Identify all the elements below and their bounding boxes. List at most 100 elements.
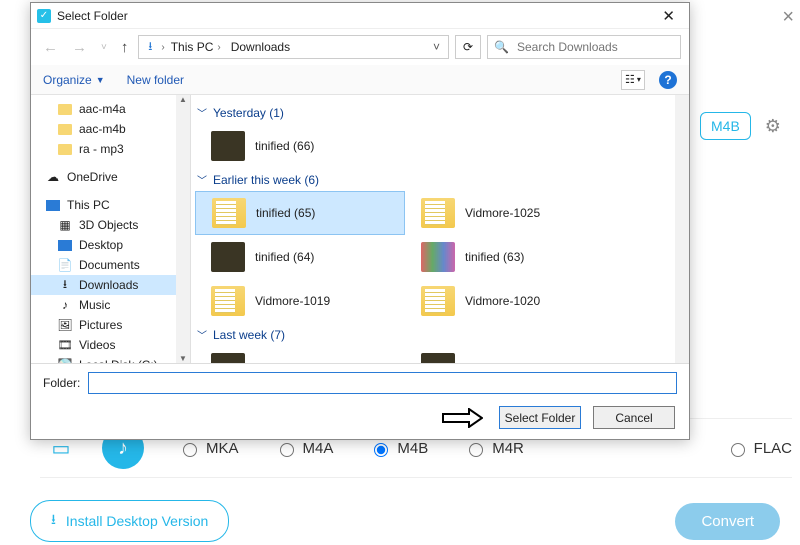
tree-item-onedrive[interactable]: ☁ OneDrive (31, 167, 190, 187)
tree-item-this-pc[interactable]: This PC (31, 195, 190, 215)
install-desktop-button[interactable]: ⭳ Install Desktop Version (30, 500, 229, 542)
cancel-button[interactable]: Cancel (593, 406, 675, 429)
tree-item-ra-mp3[interactable]: ra - mp3 (31, 139, 190, 159)
dl-icon: ⭳ (57, 278, 73, 292)
format-pill-m4b[interactable]: M4B (700, 112, 751, 140)
radio-label: MKA (206, 440, 239, 457)
item-label: Vidmore-1019 (255, 294, 330, 308)
folder-item[interactable]: Vidmore-1020 (405, 279, 615, 323)
disk-icon: 💽 (57, 358, 73, 363)
group-title: Earlier this week (6) (213, 173, 319, 187)
tree-label: Pictures (79, 318, 122, 332)
scrollbar[interactable] (176, 95, 190, 363)
group-title: Yesterday (1) (213, 106, 284, 120)
new-folder-button[interactable]: New folder (127, 73, 184, 87)
content-pane: ﹀ Yesterday (1) tinified (66)﹀Earlier this… (191, 95, 689, 363)
tree-item-music[interactable]: ♪ Music (31, 295, 190, 315)
close-icon[interactable]: ✕ (654, 5, 683, 27)
recent-icon[interactable]: ˅ (97, 40, 111, 55)
titlebar: ✓ Select Folder ✕ (31, 3, 689, 29)
folder-item[interactable]: tinified (60) (405, 346, 615, 363)
tree-item-downloads[interactable]: ⭳ Downloads (31, 275, 190, 295)
radio-group: MKA M4A M4B M4R (178, 440, 524, 457)
chevron-down-icon: ▼ (96, 75, 105, 85)
radio-flac[interactable]: FLAC (726, 440, 792, 457)
item-label: tinified (64) (255, 250, 314, 264)
group-title: Last week (7) (213, 328, 285, 342)
chevron-down-icon[interactable]: ˅ (427, 40, 446, 54)
gear-icon[interactable]: ⚙ (765, 116, 781, 137)
scrollbar[interactable] (675, 95, 689, 363)
up-icon[interactable]: ↑ (117, 37, 133, 58)
breadcrumb[interactable]: ⭳ › This PC› Downloads ˅ (138, 35, 449, 59)
folder-item[interactable]: Vidmore-1025 (405, 191, 615, 235)
group-header[interactable]: ﹀Earlier this week (6) (195, 168, 685, 191)
search-field[interactable] (515, 39, 674, 55)
folder-icon (211, 353, 245, 363)
app-icon: ✓ (37, 9, 51, 23)
folder-item[interactable]: tinified (65) (195, 191, 405, 235)
view-options-button[interactable]: ☷▾ (621, 70, 645, 90)
radio-mka[interactable]: MKA (178, 440, 239, 457)
tree-label: Downloads (79, 278, 138, 292)
nav-row: ← → ˅ ↑ ⭳ › This PC› Downloads ˅ ⟳ 🔍 (31, 29, 689, 65)
radio-label: M4A (303, 440, 334, 457)
item-label: tinified (65) (256, 206, 315, 220)
radio-m4r[interactable]: M4R (464, 440, 524, 457)
tree-item-desktop[interactable]: Desktop (31, 235, 190, 255)
tree-item-aac-m4a[interactable]: aac-m4a (31, 99, 190, 119)
folder-icon (212, 198, 246, 228)
group-header[interactable]: ﹀Last week (7) (195, 323, 685, 346)
forward-icon[interactable]: → (68, 37, 91, 58)
3d-icon: ▦ (57, 218, 73, 232)
breadcrumb-root[interactable]: This PC› (167, 40, 225, 54)
tree-label: Documents (79, 258, 140, 272)
chevron-down-icon: ﹀ (197, 105, 207, 120)
refresh-icon[interactable]: ⟳ (455, 35, 481, 59)
folder-item[interactable]: tinified (66) (195, 124, 405, 168)
folder-icon (211, 286, 245, 316)
close-icon[interactable]: × (782, 6, 794, 29)
radio-m4b[interactable]: M4B (369, 440, 428, 457)
tree-item-aac-m4b[interactable]: aac-m4b (31, 119, 190, 139)
radio-m4a[interactable]: M4A (275, 440, 334, 457)
help-icon[interactable]: ? (659, 71, 677, 89)
tree-label: OneDrive (67, 170, 118, 184)
breadcrumb-current[interactable]: Downloads (227, 40, 294, 54)
folder-label: Folder: (43, 376, 80, 390)
item-label: Vidmore-1025 (465, 206, 540, 220)
folder-item[interactable]: tinified (64) (195, 235, 405, 279)
item-label: tinified (60) (465, 361, 524, 363)
folder-icon (211, 131, 245, 161)
music-icon: ♪ (57, 298, 73, 312)
radio-label: M4R (492, 440, 524, 457)
organize-menu[interactable]: Organize ▼ (43, 73, 105, 87)
tree-item-local-disk-c-[interactable]: 💽Local Disk (C:) (31, 355, 190, 363)
desktop-icon (57, 238, 73, 252)
install-label: Install Desktop Version (66, 513, 208, 529)
item-label: tinified (62) (255, 361, 314, 363)
tree-item-pictures[interactable]: 🖼Pictures (31, 315, 190, 335)
select-folder-button[interactable]: Select Folder (499, 406, 581, 429)
back-icon[interactable]: ← (39, 37, 62, 58)
radio-label: FLAC (754, 440, 792, 457)
tree-label: 3D Objects (79, 218, 138, 232)
group-header[interactable]: ﹀ Yesterday (1) (195, 101, 685, 124)
tree-label: Music (79, 298, 110, 312)
folder-icon (421, 353, 455, 363)
folder-item[interactable]: tinified (62) (195, 346, 405, 363)
folder-icon (421, 198, 455, 228)
folder-icon (57, 102, 73, 116)
cloud-icon: ☁ (45, 170, 61, 184)
folder-input[interactable] (88, 372, 677, 394)
tree-item-videos[interactable]: 🎞Videos (31, 335, 190, 355)
convert-button[interactable]: Convert (675, 503, 780, 540)
folder-icon (57, 122, 73, 136)
folder-item[interactable]: Vidmore-1019 (195, 279, 405, 323)
tree-item-documents[interactable]: 📄Documents (31, 255, 190, 275)
chevron-right-icon: › (217, 42, 220, 53)
dialog-title: Select Folder (57, 9, 654, 23)
folder-item[interactable]: tinified (63) (405, 235, 615, 279)
tree-item-3d-objects[interactable]: ▦ 3D Objects (31, 215, 190, 235)
search-input[interactable]: 🔍 (487, 35, 681, 59)
